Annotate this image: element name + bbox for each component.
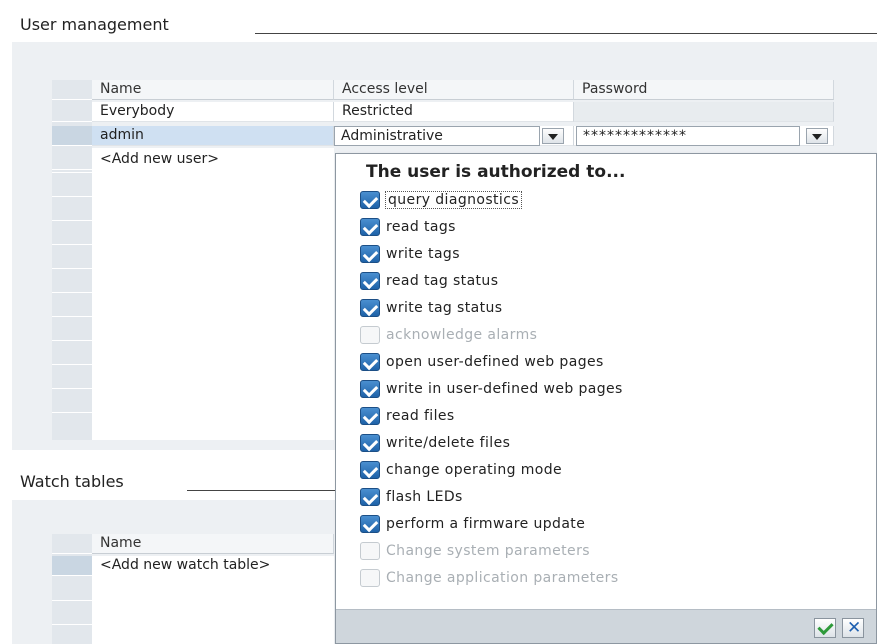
permissions-popup: The user is authorized to... query diagn… (335, 153, 877, 644)
cancel-x-icon[interactable]: ✕ (842, 618, 864, 638)
permission-label: write tags (386, 246, 460, 262)
checkbox-unchecked-icon (360, 542, 380, 560)
row-divider (52, 600, 92, 601)
column-header-password[interactable]: Password (574, 80, 834, 100)
permission-perform-firmware-update[interactable]: perform a firmware update (360, 512, 585, 536)
checkbox-checked-icon[interactable] (360, 272, 380, 290)
popup-footer: ✕ (336, 609, 876, 643)
user-management-title: User management (20, 15, 175, 34)
permission-write-delete-files[interactable]: write/delete files (360, 431, 510, 455)
permission-label: read tag status (386, 273, 499, 289)
header-corner (52, 80, 92, 100)
popup-title: The user is authorized to... (366, 162, 626, 182)
permission-write-tag-status[interactable]: write tag status (360, 296, 502, 320)
permission-label: write in user-defined web pages (386, 381, 623, 397)
row-divider (52, 388, 92, 389)
checkbox-checked-icon[interactable] (360, 218, 380, 236)
row-divider (52, 244, 92, 245)
table-row-add-watch-table[interactable]: <Add new watch table> (52, 556, 334, 576)
row-header[interactable] (52, 150, 92, 170)
permission-open-user-defined-web-pages[interactable]: open user-defined web pages (360, 350, 604, 374)
row-header[interactable] (52, 126, 92, 146)
row-divider (52, 340, 92, 341)
password-dropdown-icon[interactable] (806, 128, 828, 144)
permission-label: Change application parameters (386, 570, 619, 586)
permission-label: open user-defined web pages (386, 354, 604, 370)
permission-write-in-user-defined-web-pages[interactable]: write in user-defined web pages (360, 377, 623, 401)
add-new-watch-table-cell[interactable]: <Add new watch table> (92, 556, 334, 576)
password-field[interactable]: ************* (576, 126, 800, 146)
row-divider (52, 316, 92, 317)
ok-checkmark-icon[interactable] (814, 618, 836, 638)
watch-table-header: Name (52, 534, 334, 554)
column-header-name[interactable]: Name (92, 80, 334, 100)
row-divider (52, 292, 92, 293)
column-header-access-level[interactable]: Access level (334, 80, 574, 100)
access-level-select[interactable]: Administrative (334, 126, 540, 146)
permission-label: flash LEDs (386, 489, 463, 505)
checkbox-checked-icon[interactable] (360, 488, 380, 506)
add-new-user-cell[interactable]: <Add new user> (92, 150, 334, 170)
permission-label: acknowledge alarms (386, 327, 538, 343)
row-divider (52, 172, 92, 173)
permission-change-operating-mode[interactable]: change operating mode (360, 458, 562, 482)
checkbox-checked-icon[interactable] (360, 407, 380, 425)
permission-label: write tag status (386, 300, 503, 316)
header-corner (52, 534, 92, 554)
permission-read-tag-status[interactable]: read tag status (360, 269, 498, 293)
permission-change-system-parameters: Change system parameters (360, 539, 590, 563)
permission-query-diagnostics[interactable]: query diagnostics (360, 188, 523, 212)
checkbox-unchecked-icon (360, 326, 380, 344)
row-divider (52, 364, 92, 365)
checkbox-checked-icon[interactable] (360, 299, 380, 317)
checkbox-unchecked-icon (360, 569, 380, 587)
user-name-cell[interactable]: Everybody (92, 102, 334, 122)
watch-tables-title: Watch tables (20, 472, 130, 491)
access-level-cell[interactable]: Restricted (334, 102, 574, 122)
permission-flash-leds[interactable]: flash LEDs (360, 485, 463, 509)
user-management-rule (255, 33, 877, 34)
checkbox-checked-icon[interactable] (360, 515, 380, 533)
permission-read-tags[interactable]: read tags (360, 215, 456, 239)
permission-label: read files (386, 408, 455, 424)
row-header[interactable] (52, 556, 92, 576)
checkbox-checked-icon[interactable] (360, 353, 380, 371)
row-header[interactable] (52, 102, 92, 122)
checkbox-checked-icon[interactable] (360, 461, 380, 479)
user-table-header: Name Access level Password (52, 80, 834, 100)
permission-change-application-parameters: Change application parameters (360, 566, 619, 590)
row-divider (52, 196, 92, 197)
checkbox-checked-icon[interactable] (360, 434, 380, 452)
checkbox-checked-icon[interactable] (360, 380, 380, 398)
permission-write-tags[interactable]: write tags (360, 242, 460, 266)
permission-label: query diagnostics (384, 191, 523, 209)
password-cell[interactable] (574, 102, 834, 122)
checkbox-checked-icon[interactable] (360, 191, 380, 209)
user-name-cell[interactable]: admin (92, 126, 334, 146)
permission-read-files[interactable]: read files (360, 404, 455, 428)
checkbox-checked-icon[interactable] (360, 245, 380, 263)
permission-acknowledge-alarms: acknowledge alarms (360, 323, 537, 347)
permission-label: write/delete files (386, 435, 511, 451)
permission-label: Change system parameters (386, 543, 590, 559)
row-divider (52, 412, 92, 413)
user-table-body (92, 148, 334, 440)
permission-label: change operating mode (386, 462, 563, 478)
access-level-dropdown-icon[interactable] (542, 128, 564, 144)
table-row-add-user[interactable]: <Add new user> (52, 150, 334, 170)
permission-label: perform a firmware update (386, 516, 586, 532)
watch-tables-rule (187, 490, 337, 491)
row-divider (52, 268, 92, 269)
column-header-name[interactable]: Name (92, 534, 334, 554)
table-row-everybody[interactable]: Everybody Restricted (52, 102, 834, 122)
permission-label: read tags (386, 219, 456, 235)
row-divider (52, 220, 92, 221)
row-divider (52, 624, 92, 625)
